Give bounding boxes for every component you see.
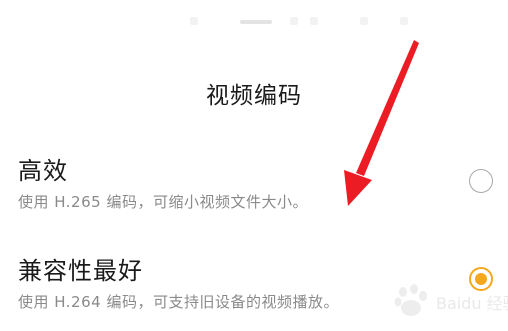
paw-icon [394, 284, 427, 316]
watermark-text: Baidu 经验 [436, 294, 508, 313]
video-encoding-sheet: 视频编码 高效 使用 H.265 编码，可缩小视频文件大小。 兼容性最好 使用 … [0, 0, 508, 331]
baidu-jingyan-watermark: Baidu 经验 [392, 283, 508, 319]
annotation-arrow-icon [344, 40, 419, 206]
